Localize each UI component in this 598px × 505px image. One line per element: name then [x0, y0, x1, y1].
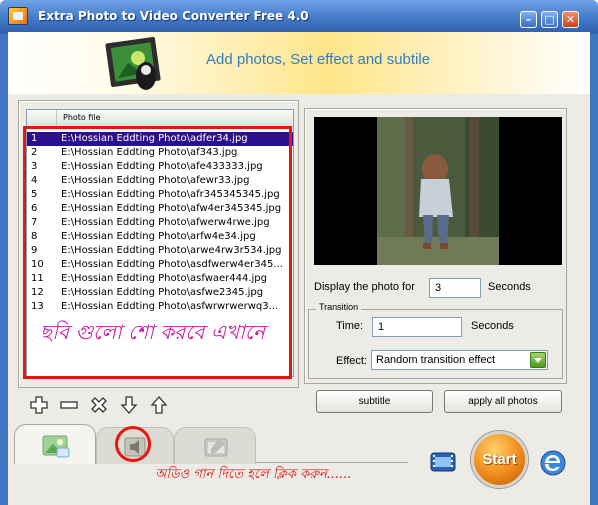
display-duration-label: Display the photo for [314, 281, 415, 293]
apply-all-photos-button[interactable]: apply all photos [444, 390, 562, 413]
chevron-down-icon[interactable] [530, 352, 546, 368]
audio-tab-note: অডিও গান দিতে হলে ক্লিক করুন...... [155, 467, 352, 482]
film-icon[interactable] [430, 451, 456, 473]
maximize-button[interactable]: □ [541, 11, 558, 28]
photo-logo-icon [105, 36, 161, 90]
transition-time-unit: Seconds [471, 320, 514, 332]
list-header-photo-file[interactable]: Photo file [63, 113, 101, 122]
delete-icon[interactable] [89, 395, 109, 415]
start-button-label: Start [482, 451, 517, 468]
display-duration-input[interactable]: 3 [429, 278, 481, 298]
audio-tab-highlight-annotation [115, 426, 151, 462]
app-icon [8, 7, 28, 25]
header-banner: Add photos, Set effect and subtile [8, 32, 590, 94]
start-button[interactable]: Start [471, 431, 528, 488]
photos-tab-icon [42, 435, 70, 458]
tab-photos[interactable] [14, 424, 96, 464]
effect-label: Effect: [336, 355, 367, 367]
transition-group-label: Transition [316, 302, 362, 312]
browser-icon[interactable] [539, 449, 567, 477]
tab-settings[interactable] [174, 427, 256, 464]
title-bar[interactable]: Extra Photo to Video Converter Free 4.0 … [0, 0, 598, 34]
close-button[interactable]: ✕ [562, 11, 579, 28]
display-duration-unit: Seconds [488, 281, 531, 293]
settings-tab-icon [204, 438, 228, 457]
effect-select[interactable]: Random transition effect [371, 350, 548, 370]
transition-time-input[interactable]: 1 [372, 317, 462, 337]
list-header-number[interactable] [27, 110, 57, 126]
effect-select-value: Random transition effect [376, 354, 496, 366]
add-icon[interactable] [29, 395, 49, 415]
banner-title: Add photos, Set effect and subtile [206, 51, 431, 68]
move-up-icon[interactable] [149, 395, 169, 415]
list-header: Photo file [27, 110, 293, 127]
window-title: Extra Photo to Video Converter Free 4.0 [38, 9, 309, 23]
transition-time-label: Time: [336, 320, 364, 332]
photo-list-note: ছবি গুলো শো করবে এখানে [40, 320, 265, 344]
move-down-icon[interactable] [119, 395, 139, 415]
subtitle-button[interactable]: subtitle [316, 390, 433, 413]
minimize-button[interactable]: – [520, 11, 537, 28]
remove-icon[interactable] [59, 395, 79, 415]
photo-preview [314, 117, 562, 265]
preview-photo [377, 117, 499, 265]
